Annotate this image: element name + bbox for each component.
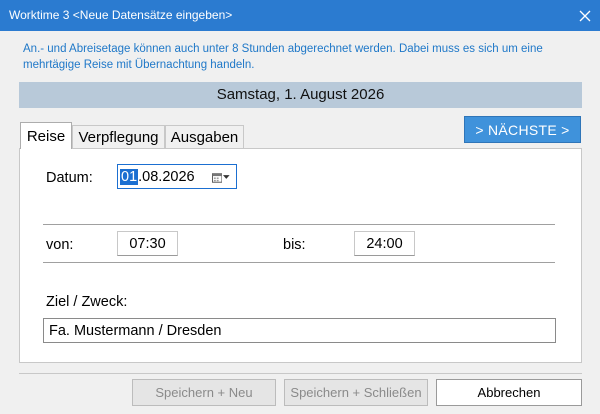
date-rest[interactable]: .08.2026 [138,169,194,185]
save-close-button[interactable]: Speichern + Schließen [284,379,428,406]
info-message: An.- und Abreisetage können auch unter 8… [23,43,543,71]
close-icon [579,10,590,21]
divider-bottom [43,262,555,264]
date-picker[interactable]: 01.08.2026 [117,164,237,189]
next-button[interactable]: > NÄCHSTE > [464,116,581,143]
footer-divider [19,373,582,374]
bis-time-input[interactable]: 24:00 [354,231,415,256]
date-day-selected[interactable]: 01 [120,168,139,185]
bis-label: bis: [283,237,306,253]
von-time-input[interactable]: 07:30 [117,231,178,256]
tab-reise[interactable]: Reise [20,122,72,149]
chevron-down-icon [223,174,230,179]
cancel-button[interactable]: Abbrechen [436,379,582,406]
purpose-label: Ziel / Zweck: [46,294,128,310]
title-bar: Worktime 3 <Neue Datensätze eingeben> [0,0,600,31]
purpose-input[interactable]: Fa. Mustermann / Dresden [43,318,556,343]
window-title: Worktime 3 <Neue Datensätze eingeben> [9,8,233,22]
save-new-button[interactable]: Speichern + Neu [132,379,276,406]
date-header: Samstag, 1. August 2026 [19,82,582,108]
divider-top [43,224,555,226]
von-label: von: [46,237,74,253]
calendar-icon [212,172,223,183]
tab-verpflegung[interactable]: Verpflegung [72,125,165,149]
tab-ausgaben[interactable]: Ausgaben [165,125,244,149]
calendar-dropdown-button[interactable] [212,171,230,183]
close-button[interactable] [569,0,600,31]
date-label: Datum: [46,170,93,186]
